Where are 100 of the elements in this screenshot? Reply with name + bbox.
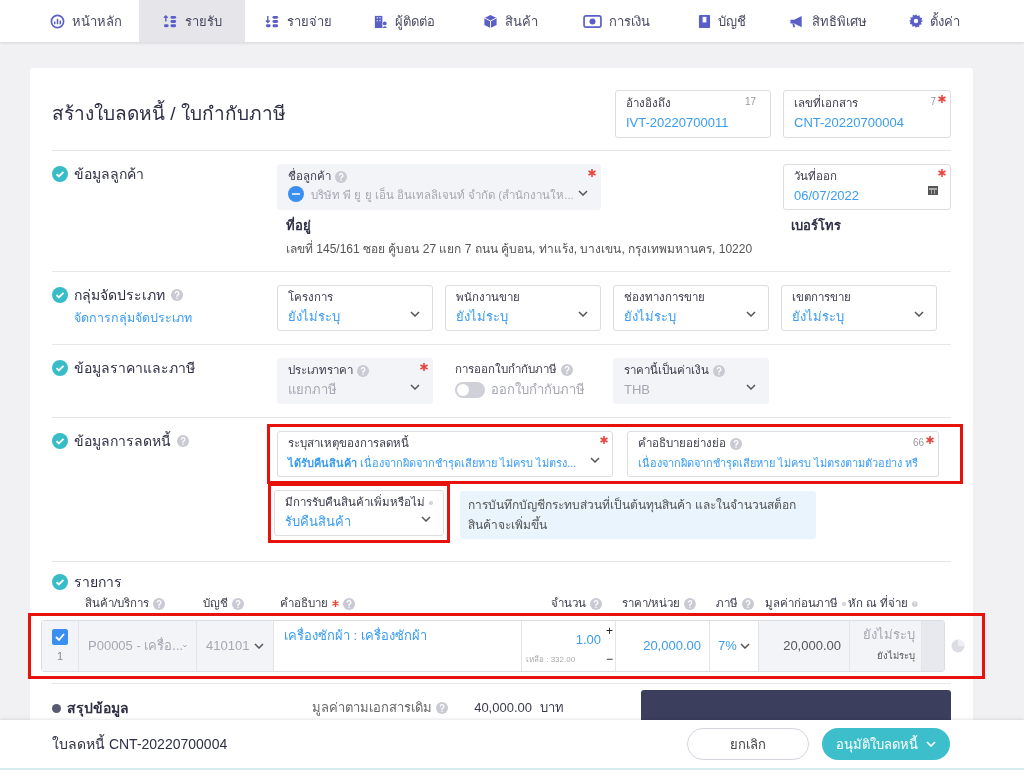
column-header: ภาษี	[716, 596, 738, 611]
section-title: ข้อมูลลูกค้า	[74, 165, 144, 184]
select-field[interactable]: พนักงานขาย ยังไม่ระบุ	[445, 285, 601, 331]
check-circle-icon	[52, 166, 68, 182]
nav-tab[interactable]: รายจ่าย	[245, 0, 351, 42]
building-icon	[373, 13, 388, 29]
summary-label: มูลค่าตามเอกสารเดิม	[312, 700, 432, 716]
column-header: บัญชี	[203, 596, 228, 611]
check-circle-icon	[52, 574, 68, 590]
nav-tab[interactable]: บัญชี	[669, 0, 775, 42]
select-field[interactable]: โครงการ ยังไม่ระบุ	[277, 285, 433, 331]
field-value: THB	[624, 381, 651, 399]
char-counter: 66	[912, 437, 924, 449]
field-value: ยังไม่ระบุ	[288, 308, 341, 326]
info-note: การบันทึกบัญชีกระทบส่วนที่เป็นต้นทุนสินค้า และในจำนวนสต็อก สินค้าจะเพิ่มขึ้น	[460, 491, 816, 539]
select-field[interactable]: เขตการขาย ยังไม่ระบุ	[781, 285, 937, 331]
check-circle-icon	[52, 433, 68, 449]
cash-icon	[582, 13, 602, 29]
field-label: ประเภทราคา	[288, 363, 353, 378]
column-header: จำนวน	[551, 596, 586, 611]
field-label: ช่องทางการขาย	[624, 290, 705, 305]
select-field[interactable]: ระบุสาเหตุของการลดหนี้ ได้รับคืนสินค้า เนื่องจากผิดจากชำรุดเสียหาย ไม่ครบ ไม่ตรง...	[277, 431, 613, 477]
bullet-icon	[52, 703, 61, 713]
caret-icon	[578, 311, 588, 317]
pie-chart-icon[interactable]	[951, 639, 965, 653]
section-title: สรุปข้อมูล	[67, 700, 129, 716]
field-label: พนักงานขาย	[456, 290, 520, 305]
page-title: สร้างใบลดหนี้ / ใบกำกับภาษี	[52, 102, 603, 126]
field-value: ยังไม่ระบุ	[792, 308, 845, 326]
summary-value: 40,000.00	[473, 700, 532, 716]
nav-tab[interactable]: สิทธิพิเศษ	[775, 0, 881, 42]
nav-tab[interactable]: ผู้ติดต่อ	[351, 0, 457, 42]
nav-tab[interactable]: ตั้งค่า	[881, 0, 987, 42]
text-field[interactable]: คำอธิบายอย่างย่อ 66 เนื่องจากผิดจากชำรุดเสียหาย ไม่ครบ ไม่ตรงตามตัวอย่าง หรื	[627, 431, 939, 477]
text-field[interactable]: อ้างอิงถึง 17 IVT-20220700011	[615, 90, 771, 138]
column-header: มูลค่าก่อนภาษี	[765, 596, 838, 611]
section-title: ข้อมูลราคาและภาษี	[74, 359, 195, 378]
quantity-value: 1.00	[575, 632, 601, 647]
date-field[interactable]: วันที่ออก 06/07/2022	[783, 164, 951, 210]
quantity-field[interactable]: 1.00 + − เหลือ : 332.00	[522, 621, 616, 671]
nav-tab[interactable]: สินค้า	[457, 0, 563, 42]
document-name: ใบลดหนี้ CNT-20220700004	[52, 735, 229, 753]
megaphone-icon	[789, 13, 805, 29]
remaining-text: เหลือ : 332.00	[526, 654, 576, 666]
coins-icon	[162, 13, 178, 29]
phone-label: เบอร์โทร	[791, 217, 842, 235]
row-handle[interactable]	[922, 621, 944, 671]
text-field[interactable]: เลขที่เอกสาร 7 CNT-20220700004	[783, 90, 951, 138]
currency-unit: บาท	[540, 700, 564, 716]
toggle-label: ออกใบกำกับภาษี	[491, 381, 585, 399]
increment-button[interactable]: +	[606, 622, 613, 640]
decrement-button[interactable]: −	[606, 650, 613, 668]
caret-icon	[746, 384, 756, 390]
caret-icon	[914, 311, 924, 317]
field-label: คำอธิบายอย่างย่อ	[638, 436, 726, 451]
nav-tab[interactable]: หน้าหลัก	[33, 0, 139, 42]
caret-icon	[410, 311, 420, 317]
pretax-cell: 20,000.00	[759, 621, 850, 671]
toggle-switch[interactable]	[455, 382, 485, 398]
char-counter: 7	[930, 96, 936, 108]
nav-tab[interactable]: รายรับ	[139, 0, 245, 42]
field-value: CNT-20220700004	[794, 114, 905, 132]
field-label: อ้างอิงถึง	[626, 96, 671, 111]
field-value: ได้รับคืนสินค้า เนื่องจากผิดจากชำรุดเสียหาย ไม่ครบ ไม่ตรง...	[288, 454, 578, 472]
caret-icon	[746, 311, 756, 317]
coins-icon	[264, 13, 280, 29]
field-value: เนื่องจากผิดจากชำรุดเสียหาย ไม่ครบ ไม่ตรงตามตัวอย่าง หรื	[638, 454, 920, 472]
caret-icon	[254, 643, 264, 649]
row-number: 1	[56, 649, 64, 664]
column-header: คำอธิบาย	[280, 596, 328, 611]
char-counter: 17	[744, 96, 756, 108]
caret-icon	[926, 741, 936, 747]
chart-icon	[50, 13, 65, 29]
select-field[interactable]: ช่องทางการขาย ยังไม่ระบุ	[613, 285, 769, 331]
field-label: การออกใบกำกับภาษี	[455, 362, 557, 377]
field-label: มีการรับคืนสินค้าเพิ่มหรือไม่	[285, 495, 425, 510]
nav-tab[interactable]: การเงิน	[563, 0, 669, 42]
column-header: ราคา/หน่วย	[622, 596, 681, 611]
logo-icon	[288, 186, 304, 202]
caret-icon	[410, 384, 420, 390]
caret-icon	[421, 516, 431, 522]
row-checkbox[interactable]	[52, 629, 68, 645]
withholding-note: ยังไม่ระบุ	[876, 649, 915, 664]
calendar-icon	[928, 185, 938, 195]
section-title: รายการ	[74, 573, 122, 592]
cancel-button[interactable]: ยกเลิก	[687, 728, 809, 760]
check-circle-icon	[52, 287, 68, 303]
column-header: สินค้า/บริการ	[85, 596, 150, 611]
check-circle-icon	[52, 360, 68, 376]
field-value: ยังไม่ระบุ	[624, 308, 677, 326]
field-label: วันที่ออก	[794, 169, 837, 184]
field-label: โครงการ	[288, 290, 333, 305]
field-label: ระบุสาเหตุของการลดหนี้	[288, 436, 409, 451]
address-label: ที่อยู่	[286, 217, 312, 235]
section-title: กลุ่มจัดประเภท	[74, 286, 165, 305]
field-value: 06/07/2022	[794, 187, 861, 205]
book-icon	[698, 13, 711, 29]
field-value: ยังไม่ระบุ	[456, 308, 509, 326]
select-field[interactable]: มีการรับคืนสินค้าเพิ่มหรือไม่ รับคืนสินค้า	[274, 490, 444, 536]
column-header: หัก ณ ที่จ่าย	[848, 596, 909, 611]
